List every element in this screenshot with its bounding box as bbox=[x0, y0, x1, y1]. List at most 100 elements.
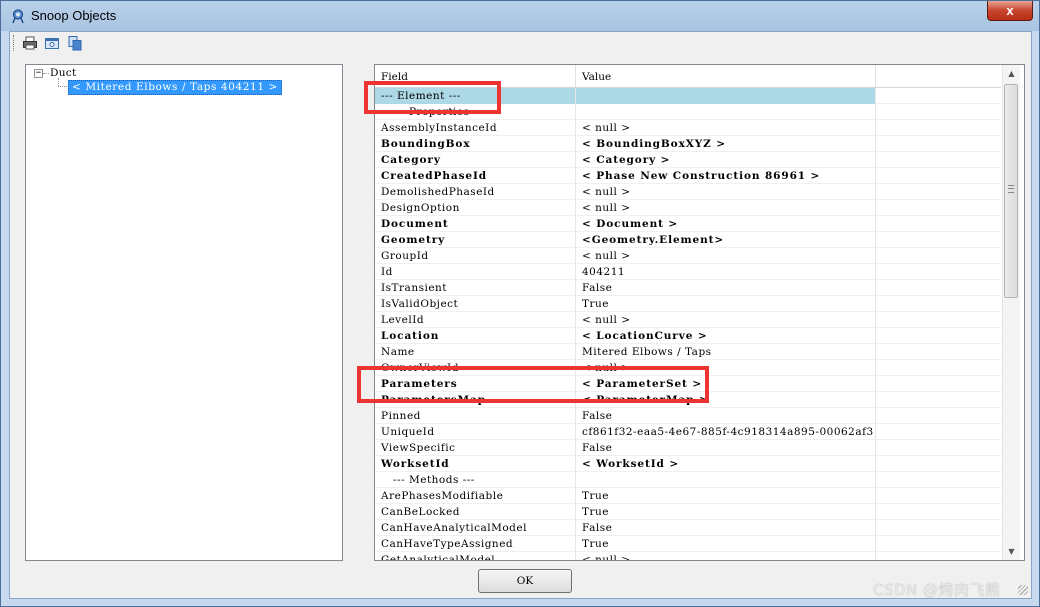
table-row[interactable]: Geometry <Geometry.Element> bbox=[375, 232, 1001, 248]
table-row[interactable]: GroupId < null > bbox=[375, 248, 1001, 264]
table-row[interactable]: UniqueId cf861f32-eaa5-4e67-885f-4c918314… bbox=[375, 424, 1001, 440]
property-rows: --- Element --- --- Properties --- Assembl… bbox=[375, 88, 1001, 560]
field-cell: AssemblyInstanceId bbox=[375, 120, 576, 136]
field-cell: GetAnalyticalModel bbox=[375, 552, 576, 560]
field-cell: Geometry bbox=[375, 232, 576, 248]
resize-grip[interactable] bbox=[1018, 585, 1028, 595]
print-icon[interactable] bbox=[22, 35, 38, 51]
table-row[interactable]: --- Methods --- bbox=[375, 472, 1001, 488]
field-cell: Category bbox=[375, 152, 576, 168]
table-row[interactable]: BoundingBox < BoundingBoxXYZ > bbox=[375, 136, 1001, 152]
field-cell: UniqueId bbox=[375, 424, 576, 440]
watermark: CSDN @烤肉飞熊 bbox=[873, 581, 1001, 599]
field-cell: Name bbox=[375, 344, 576, 360]
field-cell: DemolishedPhaseId bbox=[375, 184, 576, 200]
value-cell: < null > bbox=[576, 184, 876, 200]
table-row[interactable]: IsValidObject True bbox=[375, 296, 1001, 312]
tree-connector bbox=[43, 73, 49, 74]
field-cell: IsValidObject bbox=[375, 296, 576, 312]
close-button[interactable]: x bbox=[987, 1, 1033, 21]
table-row[interactable]: DemolishedPhaseId < null > bbox=[375, 184, 1001, 200]
field-cell: Pinned bbox=[375, 408, 576, 424]
value-cell: True bbox=[576, 296, 876, 312]
value-cell: False bbox=[576, 408, 876, 424]
object-tree[interactable]: − Duct < Mitered Elbows / Taps 404211 > bbox=[25, 64, 343, 561]
value-cell: < LocationCurve > bbox=[576, 328, 876, 344]
value-cell: < null > bbox=[576, 248, 876, 264]
table-row[interactable]: CanHaveAnalyticalModel False bbox=[375, 520, 1001, 536]
value-cell: < null > bbox=[576, 312, 876, 328]
value-cell: < null > bbox=[576, 120, 876, 136]
field-cell: GroupId bbox=[375, 248, 576, 264]
field-cell: BoundingBox bbox=[375, 136, 576, 152]
collapse-icon[interactable]: − bbox=[34, 69, 43, 78]
field-cell: CreatedPhaseId bbox=[375, 168, 576, 184]
table-row[interactable]: LevelId < null > bbox=[375, 312, 1001, 328]
copy-icon[interactable] bbox=[67, 35, 83, 51]
tree-connector bbox=[58, 86, 67, 87]
value-cell: < Category > bbox=[576, 152, 876, 168]
property-list[interactable]: Field Value --- Element --- --- Propertie… bbox=[374, 64, 1025, 561]
tree-node-mitered-elbows[interactable]: < Mitered Elbows / Taps 404211 > bbox=[68, 80, 282, 95]
table-row[interactable]: Document < Document > bbox=[375, 216, 1001, 232]
value-cell: <Geometry.Element> bbox=[576, 232, 876, 248]
tree-connector bbox=[58, 78, 59, 86]
value-cell: False bbox=[576, 280, 876, 296]
table-row[interactable]: ViewSpecific False bbox=[375, 440, 1001, 456]
value-cell: True bbox=[576, 536, 876, 552]
scroll-down-icon[interactable]: ▼ bbox=[1003, 543, 1020, 560]
snoop-objects-window: Snoop Objects x − Duct < Mitered Elbows … bbox=[0, 0, 1040, 607]
field-cell: CanHaveAnalyticalModel bbox=[375, 520, 576, 536]
tree-node-duct[interactable]: Duct bbox=[50, 67, 76, 79]
field-cell: DesignOption bbox=[375, 200, 576, 216]
value-cell: < WorksetId > bbox=[576, 456, 876, 472]
field-cell: CanBeLocked bbox=[375, 504, 576, 520]
value-cell bbox=[576, 104, 876, 120]
table-row[interactable]: Location < LocationCurve > bbox=[375, 328, 1001, 344]
scroll-thumb[interactable] bbox=[1004, 84, 1018, 298]
title-bar[interactable]: Snoop Objects x bbox=[1, 1, 1039, 31]
window-title: Snoop Objects bbox=[31, 8, 117, 23]
value-cell: < Document > bbox=[576, 216, 876, 232]
value-cell: < null > bbox=[576, 200, 876, 216]
value-cell: Mitered Elbows / Taps bbox=[576, 344, 876, 360]
table-row[interactable]: Category < Category > bbox=[375, 152, 1001, 168]
value-cell bbox=[576, 472, 876, 488]
field-cell: Document bbox=[375, 216, 576, 232]
table-row[interactable]: CanBeLocked True bbox=[375, 504, 1001, 520]
toolbar bbox=[10, 32, 1031, 54]
grip-icon bbox=[1008, 185, 1014, 193]
table-row[interactable]: ArePhasesModifiable True bbox=[375, 488, 1001, 504]
toolbar-grip[interactable] bbox=[13, 35, 16, 51]
value-cell: True bbox=[576, 488, 876, 504]
table-row[interactable]: Name Mitered Elbows / Taps bbox=[375, 344, 1001, 360]
value-cell: False bbox=[576, 520, 876, 536]
scroll-up-icon[interactable]: ▲ bbox=[1003, 65, 1020, 82]
table-row[interactable]: DesignOption < null > bbox=[375, 200, 1001, 216]
column-header-value[interactable]: Value bbox=[576, 65, 876, 87]
field-cell: IsTransient bbox=[375, 280, 576, 296]
highlight-element-row bbox=[364, 81, 501, 114]
value-cell: True bbox=[576, 504, 876, 520]
print-preview-icon[interactable] bbox=[44, 35, 60, 51]
table-row[interactable]: IsTransient False bbox=[375, 280, 1001, 296]
value-cell: cf861f32-eaa5-4e67-885f-4c918314a895-000… bbox=[576, 424, 876, 440]
table-row[interactable]: CreatedPhaseId < Phase New Construction 8… bbox=[375, 168, 1001, 184]
value-cell: False bbox=[576, 440, 876, 456]
value-cell: < null > bbox=[576, 552, 876, 560]
value-cell: 404211 bbox=[576, 264, 876, 280]
value-cell: < BoundingBoxXYZ > bbox=[576, 136, 876, 152]
vertical-scrollbar[interactable]: ▲ ▼ bbox=[1002, 65, 1020, 560]
table-row[interactable]: AssemblyInstanceId < null > bbox=[375, 120, 1001, 136]
table-row[interactable]: CanHaveTypeAssigned True bbox=[375, 536, 1001, 552]
ok-button[interactable]: OK bbox=[478, 569, 572, 593]
client-area: − Duct < Mitered Elbows / Taps 404211 > … bbox=[9, 31, 1032, 599]
highlight-parameters-row bbox=[357, 366, 709, 403]
value-cell: < Phase New Construction 86961 > bbox=[576, 168, 876, 184]
table-row[interactable]: Id 404211 bbox=[375, 264, 1001, 280]
field-cell: Id bbox=[375, 264, 576, 280]
table-row[interactable]: WorksetId < WorksetId > bbox=[375, 456, 1001, 472]
table-row[interactable]: Pinned False bbox=[375, 408, 1001, 424]
table-row[interactable]: GetAnalyticalModel < null > bbox=[375, 552, 1001, 560]
field-cell: ArePhasesModifiable bbox=[375, 488, 576, 504]
